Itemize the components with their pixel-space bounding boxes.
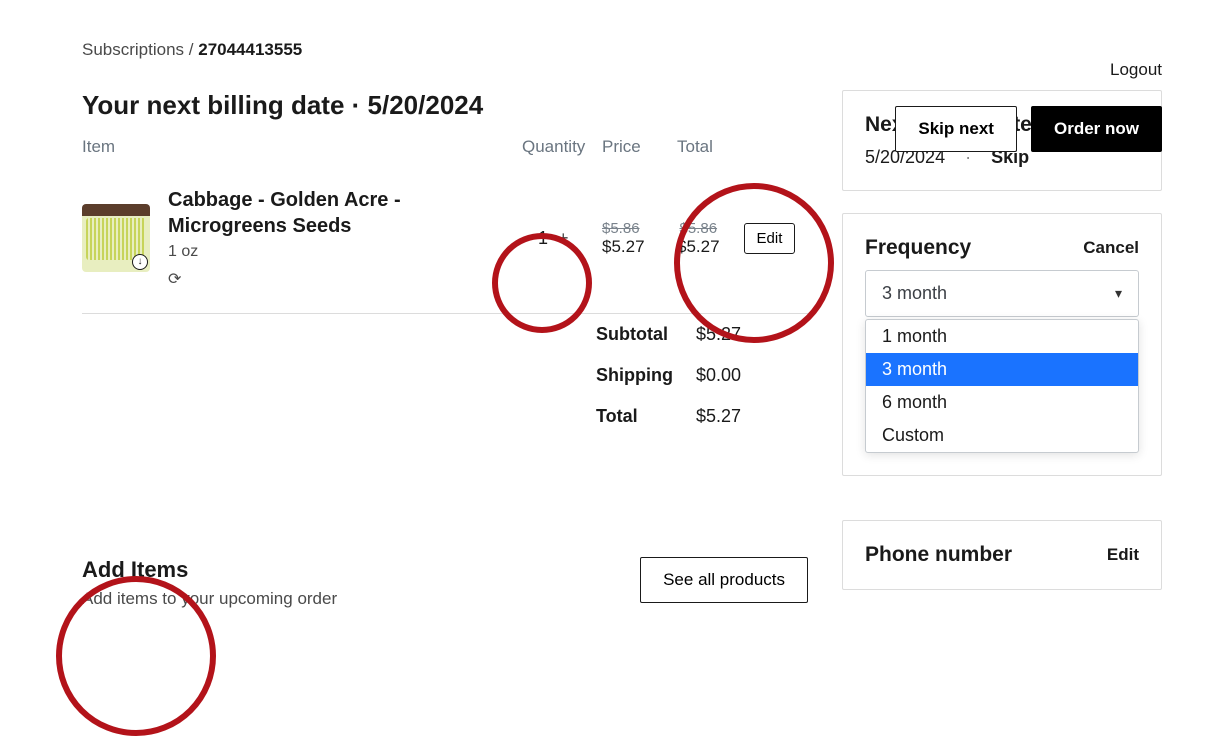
unit-price-current: $5.27: [602, 237, 677, 257]
line-item-row: ↓ Cabbage - Golden Acre - Microgreens Se…: [82, 163, 808, 313]
add-items-title: Add Items: [82, 557, 337, 583]
skip-next-button[interactable]: Skip next: [895, 106, 1017, 152]
thumb-badge-icon: ↓: [132, 254, 148, 270]
breadcrumb-root[interactable]: Subscriptions: [82, 40, 184, 59]
add-items-subtitle: Add items to your upcoming order: [82, 589, 337, 609]
breadcrumb: Subscriptions / 27044413555: [82, 40, 1162, 60]
breadcrumb-current: 27044413555: [198, 40, 302, 59]
line-total-current: $5.27: [677, 237, 720, 257]
col-total: Total: [677, 137, 808, 157]
product-name: Cabbage - Golden Acre - Microgreens Seed…: [168, 187, 522, 239]
unit-price: $5.86 $5.27: [602, 220, 677, 257]
col-quantity: Quantity: [522, 137, 602, 157]
frequency-select[interactable]: 3 month ▾: [865, 270, 1139, 317]
breadcrumb-sep: /: [184, 40, 198, 59]
frequency-option-3month[interactable]: 3 month: [866, 353, 1138, 386]
frequency-option-custom[interactable]: Custom: [866, 419, 1138, 452]
qty-value: 1: [538, 228, 548, 249]
frequency-dropdown: 1 month 3 month 6 month Custom: [865, 319, 1139, 453]
summary-total: Total $5.27: [82, 396, 808, 437]
recurring-icon: ⟳: [168, 269, 522, 289]
qty-increment[interactable]: +: [558, 228, 569, 249]
product-variant: 1 oz: [168, 243, 522, 261]
edit-phone-link[interactable]: Edit: [1107, 545, 1139, 565]
edit-line-button[interactable]: Edit: [744, 223, 796, 254]
frequency-title: Frequency: [865, 236, 971, 260]
summary-shipping: Shipping $0.00: [82, 355, 808, 396]
phone-number-title: Phone number: [865, 543, 1012, 567]
product-thumbnail[interactable]: ↓: [82, 204, 150, 272]
quantity-stepper: - 1 +: [522, 228, 602, 249]
frequency-option-1month[interactable]: 1 month: [866, 320, 1138, 353]
qty-decrement[interactable]: -: [522, 228, 528, 249]
logout-link[interactable]: Logout: [1110, 60, 1162, 80]
cancel-subscription-link[interactable]: Cancel: [1083, 238, 1139, 258]
frequency-selected-value: 3 month: [882, 283, 947, 304]
page-title: Your next billing date · 5/20/2024: [82, 90, 808, 121]
see-all-products-button[interactable]: See all products: [640, 557, 808, 603]
line-total: $5.86 $5.27: [677, 220, 720, 257]
order-now-button[interactable]: Order now: [1031, 106, 1162, 152]
frequency-option-6month[interactable]: 6 month: [866, 386, 1138, 419]
frequency-card: Frequency Cancel 3 month ▾ 1 month 3 mon…: [842, 213, 1162, 476]
unit-price-original: $5.86: [602, 220, 677, 237]
phone-number-card: Phone number Edit: [842, 520, 1162, 590]
col-item: Item: [82, 137, 522, 157]
col-price: Price: [602, 137, 677, 157]
line-total-original: $5.86: [677, 220, 720, 237]
summary-subtotal: Subtotal $5.27: [82, 314, 808, 355]
chevron-down-icon: ▾: [1115, 285, 1122, 302]
table-header: Item Quantity Price Total: [82, 137, 808, 163]
